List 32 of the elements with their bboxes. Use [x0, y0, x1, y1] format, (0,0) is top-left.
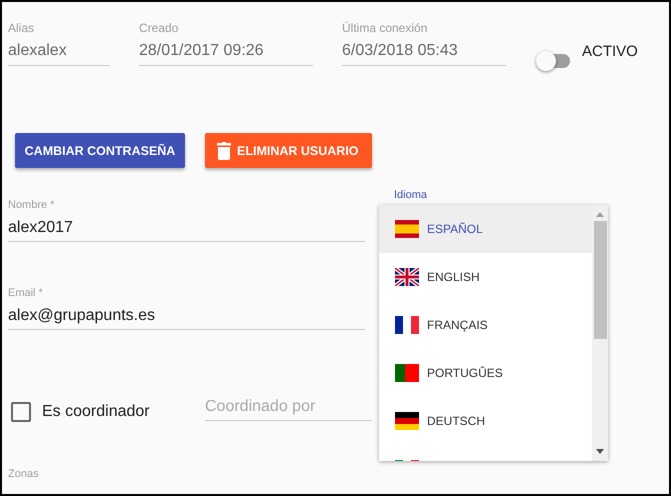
field-label: Idioma [394, 189, 428, 202]
trash-icon [217, 142, 231, 160]
language-option[interactable]: ENGLISH [379, 253, 592, 301]
readonly-field: alexalex [8, 35, 110, 66]
checkbox[interactable] [11, 402, 31, 422]
field-label: Zonas [8, 468, 40, 480]
switch-label: ACTIVO [582, 43, 638, 60]
readonly-field: 28/01/2017 09:26 [139, 35, 313, 66]
field-label: Creado [139, 21, 180, 35]
flag-icon [395, 220, 419, 238]
checkbox-label: Es coordinador [42, 403, 151, 421]
flag-icon [395, 364, 419, 382]
language-option[interactable]: DEUTSCH [379, 397, 592, 445]
field-label: Nombre * [8, 199, 56, 211]
readonly-field: 6/03/2018 05:43 [342, 35, 506, 66]
scroll-down-icon[interactable] [596, 449, 604, 455]
language-option[interactable]: FRANÇAIS [379, 301, 592, 349]
scroll-up-icon[interactable] [596, 211, 604, 217]
active-switch[interactable] [536, 51, 572, 71]
language-option[interactable]: ESPAÑOL [379, 205, 592, 253]
scrollbar[interactable] [592, 205, 608, 461]
action-button[interactable]: CAMBIAR CONTRASEÑA [15, 133, 185, 168]
language-option[interactable]: PORTUGÛES [379, 349, 592, 397]
field-label: Última conexión [342, 21, 428, 35]
name-field[interactable]: alex2017 [8, 211, 365, 242]
field-label: Email * [8, 287, 44, 299]
field-label: Alias [8, 21, 36, 35]
flag-icon [395, 316, 419, 334]
flag-icon [395, 268, 419, 286]
flag-icon [395, 412, 419, 430]
email-field[interactable]: alex@grupapunts.es [8, 299, 365, 330]
coordinator-field[interactable]: Coordinado por [205, 390, 372, 420]
